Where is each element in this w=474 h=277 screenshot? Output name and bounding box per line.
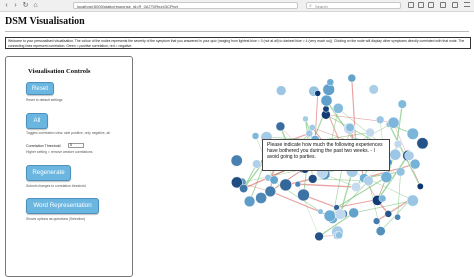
url-text: localhost:5000/static/response_id=R_0A7T…: [77, 4, 178, 9]
symptom-node[interactable]: [302, 115, 309, 123]
symptom-node[interactable]: [372, 217, 381, 225]
sidebar-icon[interactable]: [440, 2, 446, 8]
word-representation-button[interactable]: Word Representation: [26, 198, 99, 214]
symptom-node[interactable]: [375, 226, 386, 236]
symptom-node[interactable]: [297, 188, 310, 202]
regenerate-help-text: Submit changes to correlation threshold: [26, 184, 86, 188]
symptom-node[interactable]: [416, 182, 424, 190]
reset-help-text: Reset to default settings: [26, 98, 63, 102]
symptom-node[interactable]: [406, 127, 419, 140]
search-placeholder: Search: [315, 4, 328, 9]
browser-toolbar: ‹ › ↻ ⌂ localhost:5000/static/response_i…: [0, 0, 474, 12]
symptom-node[interactable]: [335, 231, 343, 240]
symptom-node[interactable]: [251, 132, 260, 140]
symptom-node[interactable]: [348, 207, 359, 219]
page-title: DSM Visualisation: [5, 16, 85, 27]
symptom-node[interactable]: [264, 185, 276, 198]
symptom-node[interactable]: [239, 184, 249, 193]
symptom-node[interactable]: [269, 175, 279, 185]
symptom-node[interactable]: [416, 137, 429, 150]
symptom-node[interactable]: [308, 174, 318, 184]
symptom-node[interactable]: [230, 154, 243, 167]
symptom-node[interactable]: [294, 181, 301, 188]
symptom-node[interactable]: [314, 90, 321, 97]
symptom-node[interactable]: [376, 115, 385, 124]
symptom-node[interactable]: [380, 171, 393, 183]
symptom-node[interactable]: [393, 139, 403, 149]
symptom-node[interactable]: [365, 127, 375, 138]
symptom-node[interactable]: [275, 121, 286, 132]
symptom-node[interactable]: [345, 122, 355, 133]
threshold-label: Correlation Threshold: [26, 144, 61, 148]
symptom-node[interactable]: [409, 158, 421, 170]
divider: [5, 31, 469, 32]
all-toggle-button[interactable]: All: [26, 113, 48, 129]
symptom-node[interactable]: [394, 213, 401, 221]
symptom-node[interactable]: [395, 167, 406, 177]
home-icon[interactable]: ⌂: [32, 2, 39, 9]
reset-button[interactable]: Reset: [26, 82, 54, 95]
word-help-text: Shows options as questions (Selection): [26, 217, 86, 221]
symptom-node[interactable]: [378, 194, 387, 203]
visualisation-controls-panel: Visualisation Controls Reset Reset to de…: [5, 56, 133, 277]
symptom-node[interactable]: [406, 194, 419, 207]
node-tooltip: Please indicate how much the following e…: [262, 139, 390, 171]
symptom-node[interactable]: [276, 85, 287, 96]
threshold-help-text: Higher setting = remove weaker correlati…: [26, 150, 93, 154]
search-input[interactable]: ⌕ Search: [306, 2, 401, 9]
symptom-node[interactable]: [308, 124, 316, 132]
symptom-node[interactable]: [332, 102, 344, 114]
library-icon[interactable]: [428, 2, 434, 8]
symptom-node[interactable]: [368, 84, 379, 95]
symptom-node[interactable]: [397, 99, 407, 109]
search-icon: ⌕: [309, 3, 312, 9]
symptom-node[interactable]: [363, 175, 374, 186]
regenerate-button[interactable]: Regenerate: [26, 165, 71, 181]
symptom-node[interactable]: [404, 150, 415, 161]
symptom-node[interactable]: [314, 231, 324, 242]
extension-icon[interactable]: [452, 2, 458, 8]
symptom-node[interactable]: [255, 192, 267, 204]
symptom-node[interactable]: [326, 78, 335, 86]
symptom-node[interactable]: [317, 208, 324, 215]
back-icon[interactable]: ‹: [3, 2, 10, 9]
symptom-node[interactable]: [387, 116, 400, 129]
correlation-edge: [339, 171, 353, 215]
forward-icon[interactable]: ›: [12, 2, 19, 9]
symptom-node[interactable]: [334, 208, 346, 220]
symptom-node[interactable]: [347, 73, 357, 83]
description-box: Welcome to your personalised visualisati…: [5, 37, 471, 49]
correlation-edge: [297, 183, 357, 188]
symptom-node[interactable]: [389, 148, 402, 161]
symptom-node[interactable]: [322, 105, 330, 113]
symptom-node[interactable]: [351, 182, 361, 192]
symptom-node[interactable]: [320, 94, 333, 107]
threshold-input[interactable]: 0: [68, 143, 84, 148]
downloads-icon[interactable]: [418, 2, 424, 8]
controls-heading: Visualisation Controls: [28, 68, 91, 75]
url-bar[interactable]: localhost:5000/static/response_id=R_0A7T…: [73, 2, 298, 9]
symptom-node[interactable]: [384, 210, 393, 218]
reload-icon[interactable]: ↻: [22, 2, 29, 9]
menu-icon[interactable]: [464, 2, 470, 7]
symptom-node[interactable]: [279, 178, 292, 192]
symptom-node[interactable]: [252, 159, 262, 169]
symptom-node[interactable]: [243, 195, 256, 208]
all-help-text: Toggles correlation view: side positive,…: [26, 131, 110, 135]
symptom-node[interactable]: [323, 209, 336, 222]
bookmark-icon[interactable]: [408, 2, 414, 8]
